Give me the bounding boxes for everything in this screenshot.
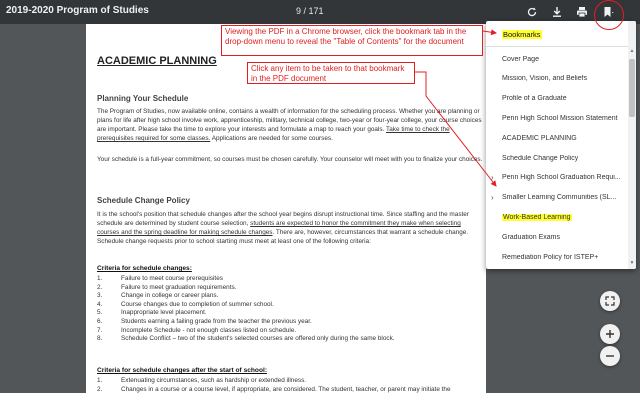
criteria-item: 1. Extenuating circumstances, such as har… [97, 377, 451, 386]
criteria-item-text: Schedule Conflict – two of the student's… [121, 335, 395, 343]
bookmark-item-label: Profile of a Graduate [502, 95, 567, 103]
bookmark-item[interactable]: Mission, Vision, and Beliefs [486, 69, 628, 89]
bookmark-item-label: Penn High School Graduation Requi... [502, 174, 621, 182]
download-icon[interactable] [548, 3, 566, 21]
rotate-icon[interactable] [523, 3, 541, 21]
bookmark-item-label: ACADEMIC PLANNING [502, 134, 577, 142]
planning-section-title: Planning Your Schedule [97, 94, 189, 103]
criteria-item-text: Changes in a course or a course level, i… [121, 385, 451, 393]
document-title: 2019-2020 Program of Studies [6, 5, 149, 16]
criteria-item-text: Failure to meet course prerequisites [121, 275, 223, 282]
criteria-item: 1. Failure to meet course prerequisites [97, 275, 395, 284]
criteria-item-number: 4. [97, 300, 103, 308]
change-policy-paragraph: It is the school's position that schedul… [97, 210, 483, 246]
chevron-right-icon[interactable]: › [491, 173, 494, 182]
bookmark-item-label: Mission, Vision, and Beliefs [502, 75, 588, 83]
criteria-item: 6. Students earning a failing grade from … [97, 318, 395, 327]
bookmark-item[interactable]: Remediation Policy for ISTEP+ [486, 247, 628, 267]
bookmark-item-label: Cover Page [502, 55, 539, 63]
zoom-in-icon[interactable] [600, 324, 620, 344]
dropdown-scrollbar[interactable]: ▲ ▼ [628, 21, 636, 269]
criteria-after-list: 1. Extenuating circumstances, such as har… [97, 377, 451, 393]
criteria-item-text: Inappropriate level placement. [121, 309, 207, 317]
planning-text-b: Applications are needed for some courses… [210, 135, 333, 142]
criteria-item-text: Failure to meet graduation requirements. [121, 283, 237, 291]
planning-paragraph-2: Your schedule is a full-year commitment,… [97, 156, 483, 163]
bookmark-item[interactable]: Graduation Exams [486, 227, 628, 247]
annotation-click-item: Click any item to be taken to that bookm… [247, 62, 415, 84]
bookmark-item[interactable]: › Smaller Learning Communities (SL... [486, 188, 628, 208]
bookmark-item-label: Penn High School Mission Statement [502, 114, 618, 122]
criteria-item-number: 3. [97, 292, 103, 300]
criteria-item-number: 1. [97, 275, 103, 282]
criteria-item-text: Incomplete Schedule - not enough classes… [121, 326, 297, 334]
criteria-item-number: 1. [97, 377, 103, 384]
zoom-out-icon[interactable] [600, 346, 620, 366]
criteria-item: 5. Inappropriate level placement. [97, 309, 395, 318]
criteria-item-number: 5. [97, 309, 103, 317]
criteria-item: 3. Change in college or career plans. [97, 292, 395, 301]
change-policy-title: Schedule Change Policy [97, 196, 190, 205]
criteria-item-number: 2. [97, 283, 103, 291]
criteria-item-number: 2. [97, 385, 103, 393]
criteria-item: 4. Course changes due to completion of su… [97, 301, 395, 310]
criteria-item-number: 7. [97, 326, 103, 334]
bookmark-item[interactable]: Assessment Philosophy [486, 267, 628, 269]
criteria-item: 7. Incomplete Schedule - not enough class… [97, 327, 395, 336]
bookmarks-header-label: Bookmarks [502, 30, 542, 39]
criteria-item: 2. Failure to meet graduation requirement… [97, 284, 395, 293]
criteria-item-text: Change in college or career plans. [121, 292, 219, 300]
page-indicator: 9 / 171 [296, 6, 324, 16]
bookmark-item[interactable]: Schedule Change Policy [486, 148, 628, 168]
bookmark-item[interactable]: Cover Page [486, 49, 628, 69]
bookmark-item[interactable]: Penn High School Mission Statement [486, 108, 628, 128]
bookmark-item[interactable]: Work-Based Learning [486, 207, 628, 227]
annotation-bookmark-tab: Viewing the PDF in a Chrome browser, cli… [221, 25, 483, 56]
criteria-item-text: Extenuating circumstances, such as hards… [121, 377, 307, 384]
bookmark-item-label: Schedule Change Policy [502, 154, 579, 162]
bookmark-item-label: Smaller Learning Communities (SL... [502, 194, 617, 202]
dropdown-divider [486, 46, 628, 47]
criteria-heading: Criteria for schedule changes: [97, 265, 192, 272]
criteria-item: 2. Changes in a course or a course level,… [97, 386, 451, 393]
bookmark-item-label: Work-Based Learning [502, 213, 572, 221]
chevron-right-icon[interactable]: › [491, 193, 494, 202]
bookmark-item[interactable]: ACADEMIC PLANNING [486, 128, 628, 148]
criteria-after-heading: Criteria for schedule changes after the … [97, 367, 268, 374]
page-heading: ACADEMIC PLANNING [97, 55, 217, 67]
scroll-down-icon[interactable]: ▼ [628, 259, 636, 267]
criteria-item-number: 6. [97, 317, 103, 325]
bookmark-item-label: Graduation Exams [502, 233, 560, 241]
planning-paragraph-1: The Program of Studies, now available on… [97, 107, 483, 143]
scroll-up-icon[interactable]: ▲ [628, 47, 636, 55]
bookmark-item[interactable]: Profile of a Graduate [486, 89, 628, 109]
print-icon[interactable] [573, 3, 591, 21]
bookmark-highlight-circle [594, 0, 624, 30]
bookmark-item[interactable]: › Penn High School Graduation Requi... [486, 168, 628, 188]
criteria-item: 8. Schedule Conflict – two of the student… [97, 335, 395, 344]
bookmark-item-label: Remediation Policy for ISTEP+ [502, 253, 599, 261]
bookmarks-header[interactable]: Bookmarks [502, 30, 542, 39]
criteria-item-text: Course changes due to completion of summ… [121, 300, 274, 308]
criteria-item-text: Students earning a failing grade from th… [121, 317, 312, 325]
criteria-list: 1. Failure to meet course prerequisites 2.… [97, 275, 395, 344]
scrollbar-thumb[interactable] [629, 59, 635, 117]
bookmarks-dropdown: Bookmarks Cover Page Mission, Vision, and… [486, 21, 636, 269]
criteria-item-number: 8. [97, 335, 103, 343]
fit-page-icon[interactable] [600, 291, 620, 311]
